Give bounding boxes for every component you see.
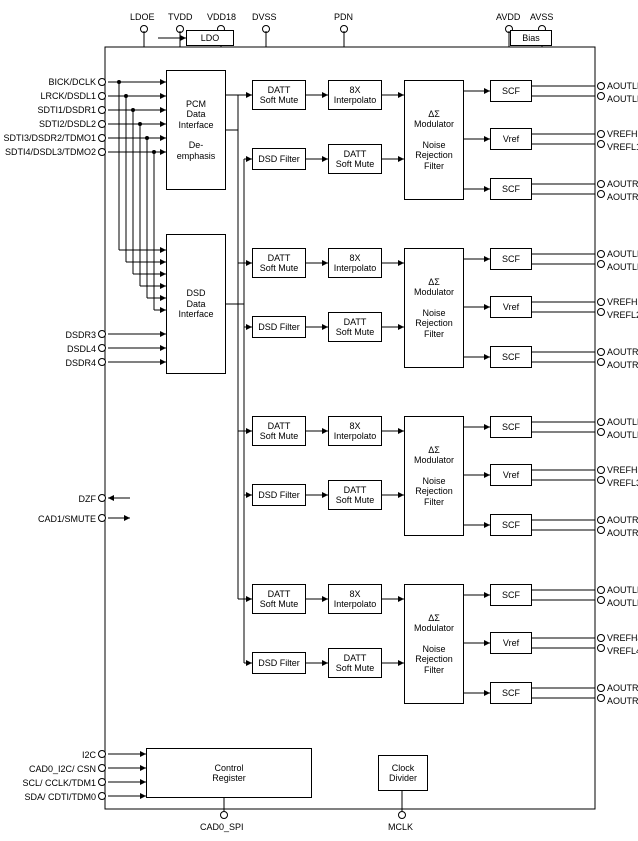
pin-vrefl4: VREFL4 [607,646,638,656]
pin-aoutln4: AOUTLN4 [607,598,638,608]
pin-aoutrn2: AOUTRN2 [607,360,638,370]
pin-vrefl1: VREFL1 [607,142,638,152]
pin-aoutrn1: AOUTRN1 [607,192,638,202]
pin-vrefh2: VREFH2 [607,297,638,307]
pin-aoutrp4: AOUTRP4 [607,683,638,693]
pin-aoutrp3: AOUTRP3 [607,515,638,525]
pin-aoutrp1: AOUTRP1 [607,179,638,189]
block-diagram: LDOE TVDD VDD18 DVSS PDN AVDD AVSS LDO B… [0,0,638,841]
pin-vrefh3: VREFH3 [607,465,638,475]
pin-aoutln3: AOUTLN3 [607,430,638,440]
pin-vrefh4: VREFH4 [607,633,638,643]
pin-aoutlp4: AOUTLP4 [607,585,638,595]
pin-aoutrn4: AOUTRN4 [607,696,638,706]
pin-aoutrn3: AOUTRN3 [607,528,638,538]
pin-aoutlp2: AOUTLP2 [607,249,638,259]
pin-aoutlp1: AOUTLP1 [607,81,638,91]
pin-aoutlp3: AOUTLP3 [607,417,638,427]
pin-aoutln2: AOUTLN2 [607,262,638,272]
pin-vrefl3: VREFL3 [607,478,638,488]
pin-aoutln1: AOUTLN1 [607,94,638,104]
pin-vrefh1: VREFH1 [607,129,638,139]
pin-vrefl2: VREFL2 [607,310,638,320]
pin-aoutrp2: AOUTRP2 [607,347,638,357]
